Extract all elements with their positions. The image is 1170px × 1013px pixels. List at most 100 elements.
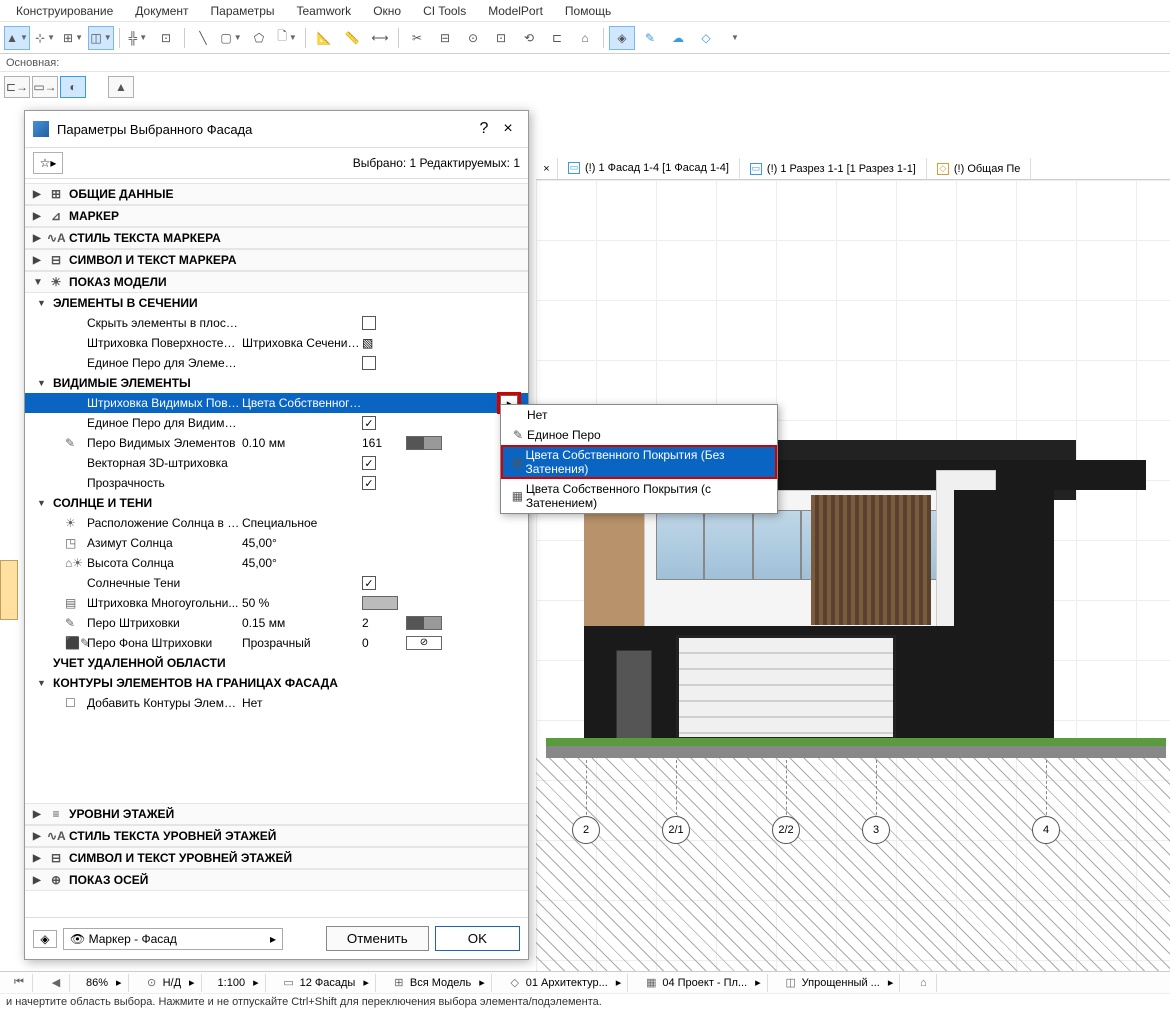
poly-tool[interactable]: ⬠ — [246, 26, 272, 50]
sel-mode-2[interactable]: ▭→ — [32, 76, 58, 98]
extra-1[interactable]: ⌂ — [910, 974, 937, 992]
line-tool[interactable]: ╲ — [190, 26, 216, 50]
hatch-swatch[interactable] — [362, 596, 398, 610]
rotate-tool[interactable]: ⊙ — [460, 26, 486, 50]
menu-item-none[interactable]: Нет — [501, 405, 777, 425]
subsection-removed-area[interactable]: УЧЕТ УДАЛЕННОЙ ОБЛАСТИ — [25, 653, 528, 673]
pen-swatch[interactable] — [406, 436, 442, 450]
menu-help[interactable]: Помощь — [555, 2, 621, 20]
row-sun-altitude[interactable]: ⌂☀Высота Солнца45,00° — [25, 553, 528, 573]
section-grid-display[interactable]: ▶⊕ПОКАЗ ОСЕЙ — [25, 869, 528, 891]
row-sun-azimuth[interactable]: ◳Азимут Солнца45,00° — [25, 533, 528, 553]
menu-parameters[interactable]: Параметры — [201, 2, 285, 20]
row-transparency[interactable]: Прозрачность✓ — [25, 473, 528, 493]
tool-4[interactable]: ◫▼ — [88, 26, 114, 50]
subsection-boundary-contours[interactable]: ▼КОНТУРЫ ЭЛЕМЕНТОВ НА ГРАНИЦАХ ФАСАДА — [25, 673, 528, 693]
nav-prev[interactable]: ◀ — [43, 974, 70, 992]
ruler-tool[interactable]: 📏 — [339, 26, 365, 50]
layer-icon[interactable]: ◈ — [33, 930, 57, 948]
close-button[interactable]: × — [496, 117, 520, 141]
checkbox[interactable]: ✓ — [362, 476, 376, 490]
rect-tool[interactable]: ▢▼ — [218, 26, 244, 50]
menu-ci-tools[interactable]: CI Tools — [413, 2, 476, 20]
curve-tool[interactable]: ⟲ — [516, 26, 542, 50]
row-hide-elements[interactable]: Скрыть элементы в плоско... — [25, 313, 528, 333]
scale[interactable]: 1:100▸ — [212, 974, 266, 992]
section-marker[interactable]: ▶⊿МАРКЕР — [25, 205, 528, 227]
ok-button[interactable]: OK — [435, 926, 520, 951]
marquee-tool[interactable]: ⊹▼ — [32, 26, 58, 50]
row-vector-3d-hatch[interactable]: Векторная 3D-штриховка✓ — [25, 453, 528, 473]
checkbox[interactable] — [362, 316, 376, 330]
snap-tool[interactable]: ⊡ — [153, 26, 179, 50]
checkbox[interactable]: ✓ — [362, 456, 376, 470]
section-story-text-style[interactable]: ▶∿AСТИЛЬ ТЕКСТА УРОВНЕЙ ЭТАЖЕЙ — [25, 825, 528, 847]
row-visible-hatch[interactable]: Штриховка Видимых Пове...Цвета Собственн… — [25, 393, 528, 413]
pen-swatch[interactable] — [406, 636, 442, 650]
sel-mode-3[interactable]: ◐ — [60, 76, 86, 98]
section-general[interactable]: ▶⊞ОБЩИЕ ДАННЫЕ — [25, 183, 528, 205]
tab-general[interactable]: ◇ (!) Общая Пе — [927, 158, 1032, 179]
dim-tool[interactable]: ⟷ — [367, 26, 393, 50]
row-hatch-pen[interactable]: ✎Перо Штриховки0.15 мм2 — [25, 613, 528, 633]
row-sun-position[interactable]: ☀Расположение Солнца в П...Специальное — [25, 513, 528, 533]
measure-tool[interactable]: 📐 — [311, 26, 337, 50]
mirror-tool[interactable]: ⊡ — [488, 26, 514, 50]
section-story-symbol[interactable]: ▶⊟СИМВОЛ И ТЕКСТ УРОВНЕЙ ЭТАЖЕЙ — [25, 847, 528, 869]
tab-facade-1-4[interactable]: ▭ (!) 1 Фасад 1-4 [1 Фасад 1-4] — [558, 158, 740, 179]
extend-tool[interactable]: ⊏ — [544, 26, 570, 50]
menu-item-own-colors-shaded[interactable]: ▦Цвета Собственного Покрытия (с Затенени… — [501, 479, 777, 513]
section-marker-text-style[interactable]: ▶∿AСТИЛЬ ТЕКСТА МАРКЕРА — [25, 227, 528, 249]
checkbox[interactable] — [362, 356, 376, 370]
row-hatch-bg-pen[interactable]: ⬛✎Перо Фона ШтриховкиПрозрачный0 — [25, 633, 528, 653]
menu-modelport[interactable]: ModelPort — [478, 2, 553, 20]
display-mode[interactable]: ◫Упрощенный ...▸ — [778, 974, 901, 992]
tool-3[interactable]: ⊞▼ — [60, 26, 86, 50]
subsection-cut-elements[interactable]: ▼ЭЛЕМЕНТЫ В СЕЧЕНИИ — [25, 293, 528, 313]
view-name[interactable]: ▭12 Фасады▸ — [276, 974, 376, 992]
row-add-contours[interactable]: ☐Добавить Контуры Элемен...Нет — [25, 693, 528, 713]
section-marker-symbol[interactable]: ▶⊟СИМВОЛ И ТЕКСТ МАРКЕРА — [25, 249, 528, 271]
row-single-pen-visible[interactable]: Единое Перо для Видимых...✓ — [25, 413, 528, 433]
row-polygon-hatch[interactable]: ▤Штриховка Многоугольни...50 % — [25, 593, 528, 613]
menu-construct[interactable]: Конструирование — [6, 2, 123, 20]
subsection-sun-shadows[interactable]: ▼СОЛНЦЕ И ТЕНИ — [25, 493, 528, 513]
menu-document[interactable]: Документ — [125, 2, 198, 20]
project-combo[interactable]: ▦04 Проект - Пл...▸ — [638, 974, 767, 992]
help-button[interactable]: ? — [472, 117, 496, 141]
row-single-pen-elements[interactable]: Единое Перо для Элемент... — [25, 353, 528, 373]
menu-item-own-colors-unshaded[interactable]: ▥Цвета Собственного Покрытия (Без Затене… — [501, 445, 777, 479]
menu-item-single-pen[interactable]: ✎Единое Перо — [501, 425, 777, 445]
layer-combo[interactable]: ◇01 Архитектур...▸ — [502, 974, 629, 992]
checkbox[interactable]: ✓ — [362, 416, 376, 430]
cursor-tool[interactable]: ▲▼ — [4, 26, 30, 50]
cut-tool[interactable]: ✂ — [404, 26, 430, 50]
favorites-button[interactable]: ☆▸ — [33, 152, 63, 174]
checkbox[interactable]: ✓ — [362, 576, 376, 590]
tab-section-1-1[interactable]: ▭ (!) 1 Разрез 1-1 [1 Разрез 1-1] — [740, 158, 927, 179]
grid-tool[interactable]: ╬▼ — [125, 26, 151, 50]
section-model-display[interactable]: ▼☀ПОКАЗ МОДЕЛИ — [25, 271, 528, 293]
scale-info[interactable]: ⊙Н/Д▸ — [139, 974, 202, 992]
home-tool[interactable]: ⌂ — [572, 26, 598, 50]
menu-teamwork[interactable]: Teamwork — [287, 2, 362, 20]
tag-tool[interactable]: ◇ — [693, 26, 719, 50]
row-sun-shadows[interactable]: Солнечные Тени✓ — [25, 573, 528, 593]
nav-first[interactable]: ⏮ — [6, 974, 33, 992]
row-surface-hatch[interactable]: Штриховка Поверхностей ...Штриховка Сече… — [25, 333, 528, 353]
menu-window[interactable]: Окно — [363, 2, 411, 20]
row-visible-pen[interactable]: ✎Перо Видимых Элементов0.10 мм161 — [25, 433, 528, 453]
trace-tool[interactable]: ◈ — [609, 26, 635, 50]
zoom-level[interactable]: 86%▸ — [80, 974, 129, 992]
drawing-canvas[interactable]: 2 2/1 2/2 3 4 — [536, 180, 1170, 979]
dialog-titlebar[interactable]: Параметры Выбранного Фасада ? × — [25, 111, 528, 148]
pointer-mode[interactable]: ▲ — [108, 76, 134, 98]
model-filter[interactable]: ⊞Вся Модель▸ — [386, 974, 492, 992]
sel-mode-1[interactable]: ⊏→ — [4, 76, 30, 98]
cancel-button[interactable]: Отменить — [326, 926, 429, 951]
cloud-tool[interactable]: ☁ — [665, 26, 691, 50]
layer-selector[interactable]: 👁 Маркер - Фасад▸ — [63, 928, 283, 950]
section-story-levels[interactable]: ▶≡УРОВНИ ЭТАЖЕЙ — [25, 803, 528, 825]
subsection-visible-elements[interactable]: ▼ВИДИМЫЕ ЭЛЕМЕНТЫ — [25, 373, 528, 393]
more-tool[interactable]: ▼ — [721, 26, 747, 50]
